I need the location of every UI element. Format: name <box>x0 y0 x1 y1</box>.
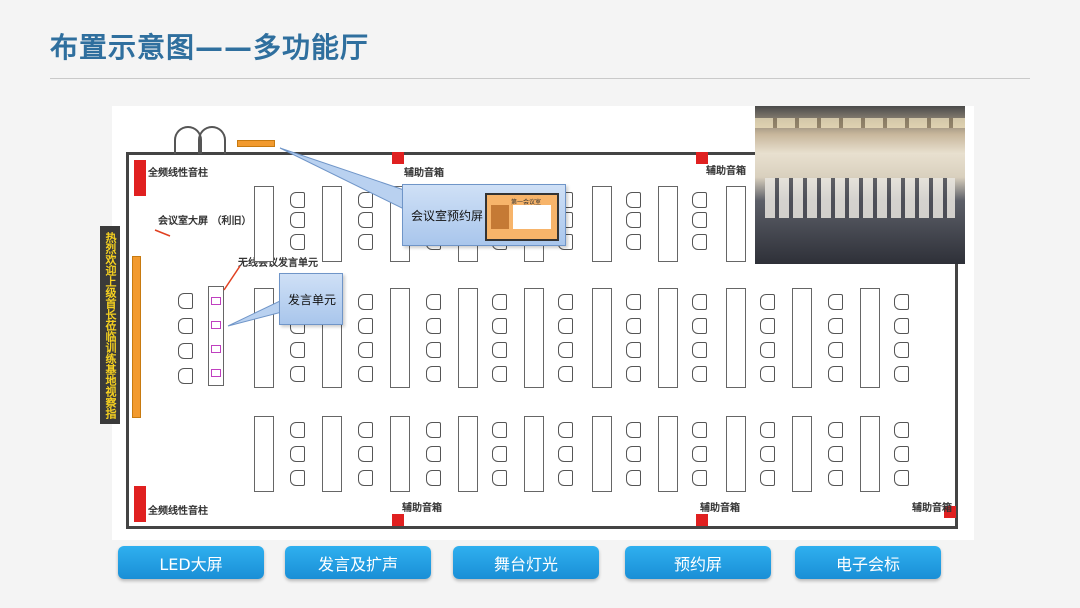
booking-callout-pointer <box>279 147 411 213</box>
speech-unit-callout: 发言单元 <box>279 273 343 325</box>
booking-screen-thumbnail: 第一会议室 <box>485 193 559 241</box>
booking-screen-callout: 会议室预约屏 第一会议室 <box>402 184 566 246</box>
speech-unit-callout-text: 发言单元 <box>288 293 337 307</box>
speech-callout-pointer <box>227 299 283 327</box>
room-photo <box>755 106 965 264</box>
big-screen-leader <box>154 229 171 237</box>
booking-screen-callout-text: 会议室预约屏 <box>411 209 484 223</box>
ceiling-lights <box>755 118 965 128</box>
speech-audio-button[interactable]: 发言及扩声 <box>285 546 431 579</box>
booking-screen-thumb-list <box>513 205 551 229</box>
booking-screen-thumb-image <box>491 205 509 229</box>
callout-pointers <box>154 147 411 327</box>
stage-lighting-button[interactable]: 舞台灯光 <box>453 546 599 579</box>
wireless-leader <box>223 265 241 291</box>
led-screen-button[interactable]: LED大屏 <box>118 546 264 579</box>
e-nameplate-button[interactable]: 电子会标 <box>795 546 941 579</box>
booking-screen-button[interactable]: 预约屏 <box>625 546 771 579</box>
chair-rows <box>765 178 955 218</box>
